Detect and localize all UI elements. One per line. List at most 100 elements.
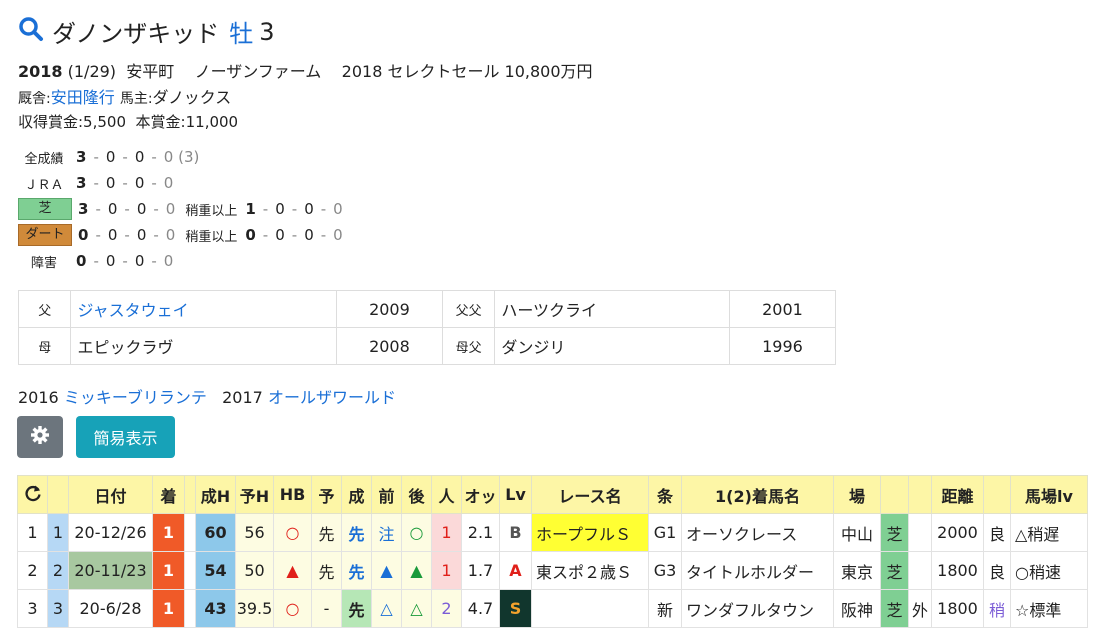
stats-value: 0	[134, 252, 145, 270]
dash: -	[153, 200, 159, 218]
prize: 本賞金:11,000	[135, 113, 239, 131]
birthplace: 安平町	[126, 62, 175, 81]
cell-no: 2	[17, 551, 48, 590]
sibling-year: 2016	[18, 388, 59, 407]
stats-value: 0	[275, 200, 285, 218]
stats-value: 0	[105, 174, 116, 192]
col-header[interactable]: 後	[401, 475, 432, 514]
cell-distance: 2000	[931, 513, 984, 552]
cell-hb: ○	[273, 589, 312, 628]
col-header[interactable]: オッ	[461, 475, 500, 514]
cell-course: 外	[908, 589, 932, 628]
search-icon[interactable]	[18, 16, 52, 48]
cell-race-name[interactable]: 東スポ２歳Ｓ	[531, 551, 649, 590]
pedigree-row-dam: 母 エピックラヴ 2008 母父 ダンジリ 1996	[17, 327, 837, 365]
col-header[interactable]: 距離	[931, 475, 984, 514]
cell-index: 2	[47, 551, 69, 590]
cell-date[interactable]: 20-12/26	[68, 513, 153, 552]
col-header[interactable]: 馬場lv	[1010, 475, 1088, 514]
dash: -	[93, 174, 99, 192]
col-header[interactable]: 成H	[195, 475, 236, 514]
col-header[interactable]	[983, 475, 1011, 514]
dash: -	[320, 226, 327, 244]
col-header[interactable]: 予H	[235, 475, 274, 514]
stats-sub-wins: 1	[245, 200, 256, 218]
cell-sei: 先	[341, 551, 372, 590]
col-header[interactable]: 前	[371, 475, 402, 514]
stats-label: 障害	[30, 255, 57, 271]
col-header[interactable]: 人	[431, 475, 462, 514]
cell-date[interactable]: 20-6/28	[68, 589, 153, 628]
table-header-row: 日付 着 成H 予H HB 予 成 前 後 人 オッ Lv レース名 条 1(2…	[17, 475, 1088, 514]
cell-mae: ▲	[371, 551, 402, 590]
col-header[interactable]	[908, 475, 932, 514]
col-header[interactable]	[184, 475, 196, 514]
cell-venue: 阪神	[833, 589, 881, 628]
cell-date[interactable]: 20-11/23	[68, 551, 153, 590]
cell-seih: 54	[195, 551, 236, 590]
cell-hb: ▲	[273, 551, 312, 590]
cell-race-name[interactable]: ホープフルＳ	[531, 513, 649, 552]
cell-surface: 芝	[880, 513, 909, 552]
cell-other-horse[interactable]: ワンダフルタウン	[681, 589, 834, 628]
col-header[interactable]: HB	[273, 475, 312, 514]
pedigree-table: 父 ジャスタウェイ 2009 父父 ハーツクライ 2001 母 エピックラヴ 2…	[17, 290, 837, 365]
cell-yoh: 56	[235, 513, 274, 552]
stats-sub-label: 稍重以上	[185, 229, 238, 245]
col-header[interactable]	[47, 475, 69, 514]
col-header[interactable]: レース名	[531, 475, 649, 514]
col-header[interactable]: 日付	[68, 475, 153, 514]
stats-label-dirt: ダート	[18, 224, 72, 246]
sibling-link[interactable]: オールザワールド	[268, 388, 396, 407]
cell-sei: 先	[341, 513, 372, 552]
stats-value: 0	[105, 252, 116, 270]
cell-seih: 60	[195, 513, 236, 552]
col-header[interactable]: 1(2)着馬名	[681, 475, 834, 514]
table-row[interactable]: 2 2 20-11/23 1 54 50 ▲ 先 先 ▲ ▲ 1 1.7 A 東…	[17, 551, 1088, 590]
cell-other-horse[interactable]: オーソクレース	[681, 513, 834, 552]
birth-year: 2018	[18, 62, 63, 81]
cell-seih: 43	[195, 589, 236, 628]
horse-name: ダノンザキッド	[52, 20, 220, 48]
cell-going: 稍	[983, 589, 1011, 628]
stats-value: 0	[304, 200, 314, 218]
table-row[interactable]: 3 3 20-6/28 1 43 39.5 ○ - 先 △ △ 2 4.7 S …	[17, 589, 1088, 628]
col-header[interactable]: 場	[833, 475, 881, 514]
cell-other-horse[interactable]: タイトルホルダー	[681, 551, 834, 590]
stats-value: 0	[333, 200, 343, 218]
cell-finish: 1	[152, 513, 185, 552]
col-header[interactable]: Lv	[499, 475, 532, 514]
dash: -	[153, 226, 159, 244]
trainer-link[interactable]: 安田隆行	[51, 88, 115, 107]
cell-index: 1	[47, 513, 69, 552]
stats-value: 0	[163, 174, 174, 192]
stats-label: 全成績	[24, 151, 64, 167]
col-header[interactable]: 条	[648, 475, 682, 514]
simple-view-button[interactable]: 簡易表示	[76, 416, 175, 458]
sibling-link[interactable]: ミッキーブリランテ	[64, 388, 207, 407]
cell-finish: 1	[152, 589, 185, 628]
col-header[interactable]: 予	[311, 475, 342, 514]
refresh-button[interactable]	[17, 475, 48, 514]
settings-button[interactable]	[17, 416, 63, 458]
dam-year: 2008	[335, 327, 443, 365]
sire-year: 2009	[335, 290, 443, 328]
cell-race-name[interactable]	[531, 589, 649, 628]
col-header[interactable]: 成	[341, 475, 372, 514]
owner: ダノックス	[152, 88, 232, 107]
cell-lv: B	[499, 513, 532, 552]
cell-yo: -	[311, 589, 342, 628]
stats-wins: 0	[76, 252, 87, 270]
stats-value: 0	[136, 200, 147, 218]
cell-mae: 注	[371, 513, 402, 552]
col-header[interactable]: 着	[152, 475, 185, 514]
stats-value: 0	[163, 148, 174, 166]
stats-row-all: 全成績 3- 0- 0- 0 (3)	[18, 144, 343, 170]
cell-grade: G3	[648, 551, 682, 590]
birth-info: 2018 (1/29) 安平町 ノーザンファーム 2018 セレクトセール 10…	[18, 58, 593, 82]
sire-link[interactable]: ジャスタウェイ	[77, 301, 188, 320]
cell-pop: 2	[431, 589, 462, 628]
record-stats: 全成績 3- 0- 0- 0 (3) ＪＲＡ 3- 0- 0- 0 芝 3- 0…	[18, 144, 343, 274]
col-header[interactable]	[880, 475, 909, 514]
table-row[interactable]: 1 1 20-12/26 1 60 56 ○ 先 先 注 ○ 1 2.1 B ホ…	[17, 513, 1088, 552]
